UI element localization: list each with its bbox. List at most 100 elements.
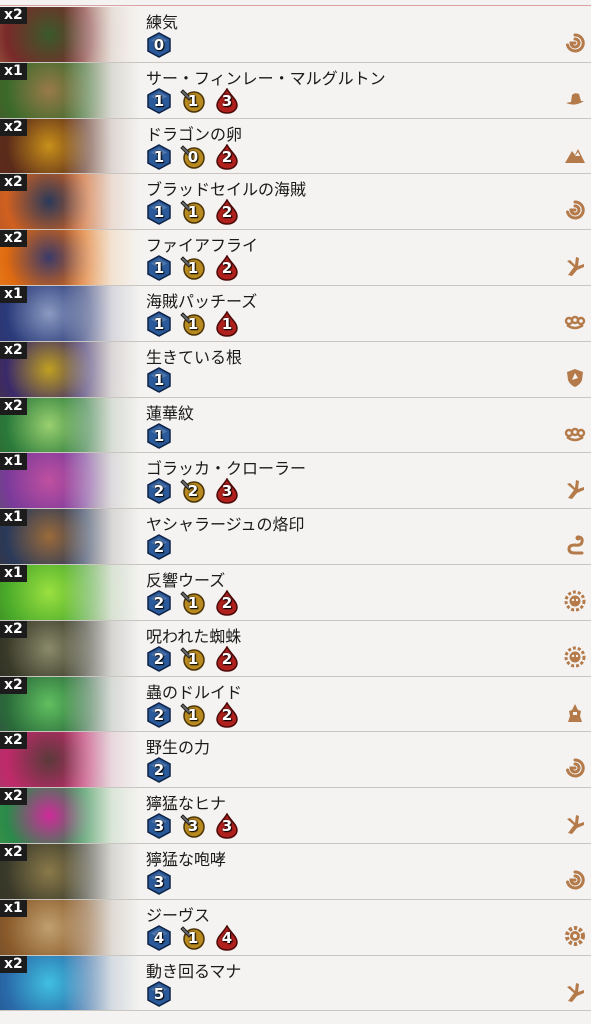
mana-cost-gem-value: 5 xyxy=(153,984,165,1003)
card-row[interactable]: x1 ゴラッカ・クローラー 2 2 3 xyxy=(0,453,591,510)
card-count-badge: x1 xyxy=(0,899,27,917)
card-stats: 5 xyxy=(146,980,172,1007)
mana-cost-gem: 5 xyxy=(146,980,172,1007)
mana-cost-gem-value: 1 xyxy=(153,314,165,333)
swirl-icon xyxy=(564,757,586,779)
mana-cost-gem-value: 4 xyxy=(153,928,165,947)
card-count-badge: x2 xyxy=(0,955,27,973)
mana-cost-gem-value: 2 xyxy=(153,761,165,780)
mana-cost-gem-value: 2 xyxy=(153,705,165,724)
card-row[interactable]: x2 動き回るマナ 5 xyxy=(0,955,591,1012)
card-row[interactable]: x1 ジーヴス 4 1 4 xyxy=(0,899,591,956)
attack-gem: 3 xyxy=(180,813,206,839)
card-row[interactable]: x2 ファイアフライ 1 1 2 xyxy=(0,230,591,286)
card-stats: 4 1 4 xyxy=(146,924,240,951)
card-row[interactable]: x2 蓮華紋 1 xyxy=(0,397,591,454)
mana-cost-gem-value: 2 xyxy=(153,482,165,501)
card-row[interactable]: x2 呪われた蜘蛛 2 1 2 xyxy=(0,620,591,677)
health-gem: 2 xyxy=(214,645,240,672)
swirl-icon xyxy=(564,32,586,54)
card-count-badge: x2 xyxy=(0,620,27,638)
mana-cost-gem-value: 1 xyxy=(153,426,165,445)
card-name: 野生の力 xyxy=(146,738,211,758)
attack-gem: 0 xyxy=(180,144,206,170)
swirl-icon xyxy=(564,199,586,221)
attack-gem-value: 1 xyxy=(187,649,199,668)
card-stats: 1 1 2 xyxy=(146,199,240,226)
claw-icon xyxy=(564,813,586,835)
health-gem-value: 2 xyxy=(221,203,233,222)
card-row[interactable]: x2 獰猛な咆哮 3 xyxy=(0,843,591,900)
mana-cost-gem-value: 3 xyxy=(153,817,165,836)
attack-gem-value: 0 xyxy=(187,147,199,166)
skull-gear-icon xyxy=(564,646,586,668)
card-row[interactable]: x2 獰猛なヒナ 3 3 3 xyxy=(0,788,591,844)
card-count-badge: x1 xyxy=(0,564,27,582)
card-count-badge: x2 xyxy=(0,7,27,24)
mana-cost-gem-value: 3 xyxy=(153,872,165,891)
mana-cost-gem: 2 xyxy=(146,757,172,784)
mana-cost-gem-value: 2 xyxy=(153,649,165,668)
card-name: ドラゴンの卵 xyxy=(146,124,243,144)
card-row[interactable]: x1 反響ウーズ 2 1 2 xyxy=(0,564,591,621)
card-name: ブラッドセイルの海賊 xyxy=(146,180,307,200)
attack-gem-value: 1 xyxy=(187,705,199,724)
attack-gem-value: 1 xyxy=(187,928,199,947)
mana-cost-gem-value: 0 xyxy=(153,36,165,54)
mana-cost-gem: 1 xyxy=(146,311,172,337)
mana-cost-gem-value: 1 xyxy=(153,370,165,389)
card-count-badge: x2 xyxy=(0,230,27,248)
health-gem: 2 xyxy=(214,199,240,226)
card-stats: 0 xyxy=(146,32,172,58)
card-count-badge: x2 xyxy=(0,174,27,192)
mana-cost-gem: 1 xyxy=(146,143,172,170)
card-stats: 2 2 3 xyxy=(146,478,240,505)
health-gem: 4 xyxy=(214,924,240,951)
mana-cost-gem: 2 xyxy=(146,645,172,672)
card-count-badge: x2 xyxy=(0,397,27,415)
card-row[interactable]: x1 ヤシャラージュの烙印 2 xyxy=(0,509,591,565)
health-gem-value: 3 xyxy=(221,91,233,110)
card-row[interactable]: x2 ブラッドセイルの海賊 1 1 2 xyxy=(0,174,591,231)
top-divider xyxy=(0,0,591,6)
mana-cost-gem: 1 xyxy=(146,422,172,449)
shield-icon xyxy=(564,367,586,389)
attack-gem: 1 xyxy=(180,702,206,728)
card-name: 獰猛な咆哮 xyxy=(146,849,227,869)
card-name: 練気 xyxy=(146,13,179,32)
attack-gem: 1 xyxy=(180,255,206,281)
health-gem: 3 xyxy=(214,813,240,839)
card-row[interactable]: x1 サー・フィンレー・マルグルトン 1 1 3 xyxy=(0,62,591,119)
card-row[interactable]: x2 練気 0 xyxy=(0,7,591,63)
card-count-badge: x2 xyxy=(0,843,27,861)
health-gem: 3 xyxy=(214,478,240,505)
card-stats: 1 1 2 xyxy=(146,255,240,282)
health-gem-value: 1 xyxy=(221,314,233,333)
mana-cost-gem: 1 xyxy=(146,255,172,282)
snake-icon xyxy=(564,534,586,556)
card-stats: 2 xyxy=(146,757,172,784)
health-gem: 2 xyxy=(214,143,240,170)
mana-cost-gem: 2 xyxy=(146,534,172,561)
card-row[interactable]: x2 野生の力 2 xyxy=(0,732,591,789)
card-row[interactable]: x2 蟲のドルイド 2 1 2 xyxy=(0,676,591,733)
attack-gem: 1 xyxy=(180,199,206,225)
attack-gem: 1 xyxy=(180,646,206,672)
health-gem-value: 2 xyxy=(221,259,233,278)
card-row[interactable]: x2 ドラゴンの卵 1 0 2 xyxy=(0,118,591,175)
swirl-icon xyxy=(564,869,586,891)
attack-gem-value: 1 xyxy=(187,259,199,278)
card-row[interactable]: x1 海賊パッチーズ 1 1 1 xyxy=(0,285,591,342)
attack-gem-value: 3 xyxy=(187,817,199,836)
druid-icon xyxy=(564,702,586,724)
health-gem-value: 3 xyxy=(221,817,233,836)
card-row[interactable]: x2 生きている根 1 xyxy=(0,341,591,398)
skull-gear-icon xyxy=(564,590,586,612)
health-gem-value: 4 xyxy=(221,928,233,947)
card-name: 蟲のドルイド xyxy=(146,682,243,702)
card-count-badge: x2 xyxy=(0,788,27,806)
health-gem-value: 2 xyxy=(221,593,233,612)
mana-cost-gem: 2 xyxy=(146,478,172,505)
attack-gem: 1 xyxy=(180,925,206,951)
mana-cost-gem: 2 xyxy=(146,701,172,728)
